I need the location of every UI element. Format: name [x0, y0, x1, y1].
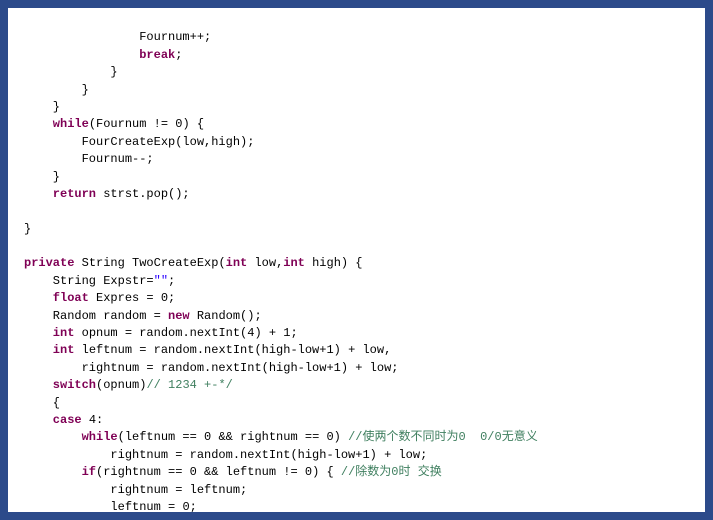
- t: (Fournum !=: [89, 117, 175, 131]
- t: ) {: [312, 465, 341, 479]
- kw-int: int: [24, 326, 74, 340]
- t: && rightnum ==: [211, 430, 326, 444]
- kw-int: int: [24, 343, 74, 357]
- t: strst.pop();: [96, 187, 190, 201]
- t: ): [334, 430, 348, 444]
- t: rightnum = random.nextInt(high-low+: [24, 361, 334, 375]
- t: Random random =: [24, 309, 168, 323]
- keyword-break: [24, 48, 139, 62]
- kw-return: return: [24, 187, 96, 201]
- t: high) {: [305, 256, 363, 270]
- t: String TwoCreateExp(: [74, 256, 225, 270]
- kw-while: while: [24, 117, 89, 131]
- t: (rightnum ==: [96, 465, 190, 479]
- kw-int: int: [226, 256, 248, 270]
- t: ) + low;: [341, 361, 399, 375]
- t: leftnum =: [24, 500, 182, 514]
- num: 0: [161, 291, 168, 305]
- num: 1: [326, 343, 333, 357]
- comment: // 1234 +-*/: [146, 378, 232, 392]
- t: ) + low,: [334, 343, 392, 357]
- code-editor-content: Fournum++; break; } } } while(Fournum !=…: [8, 8, 705, 520]
- code-line: rightnum = leftnum;: [24, 483, 247, 497]
- t: ;: [168, 291, 175, 305]
- code-line: {: [24, 396, 60, 410]
- kw-private: private: [24, 256, 74, 270]
- t: && leftnum !=: [197, 465, 305, 479]
- num: 0: [182, 500, 189, 514]
- t: ;: [290, 326, 297, 340]
- t: (leftnum ==: [118, 430, 204, 444]
- kw-switch: switch: [24, 378, 96, 392]
- kw-while: while: [24, 430, 118, 444]
- t: ;: [175, 48, 182, 62]
- t: opnum = random.nextInt(: [74, 326, 247, 340]
- t: Random();: [190, 309, 262, 323]
- kw-case: case: [24, 413, 82, 427]
- string-lit: "": [154, 274, 168, 288]
- t: ) +: [254, 326, 283, 340]
- comment: //除数为0时 交换: [341, 465, 442, 479]
- code-line: FourCreateExp(low,high);: [24, 135, 254, 149]
- kw-if: if: [24, 465, 96, 479]
- kw-new: new: [168, 309, 190, 323]
- t: (opnum): [96, 378, 146, 392]
- kw-float: float: [24, 291, 89, 305]
- t: ) + low;: [370, 448, 428, 462]
- num: 4: [89, 413, 96, 427]
- t: ;: [190, 500, 197, 514]
- t: leftnum = random.nextInt(high-low+: [74, 343, 326, 357]
- num: 0: [326, 430, 333, 444]
- t: low,: [247, 256, 283, 270]
- code-line: }: [24, 65, 118, 79]
- code-line: Fournum--;: [24, 152, 154, 166]
- num: 1: [362, 448, 369, 462]
- t: [82, 413, 89, 427]
- num: 0: [305, 465, 312, 479]
- t: ;: [168, 274, 175, 288]
- comment: //使两个数不同时为0 0/0无意义: [348, 430, 538, 444]
- code-line: }: [24, 83, 89, 97]
- kw-int: int: [283, 256, 305, 270]
- code-window-frame: Fournum++; break; } } } while(Fournum !=…: [0, 0, 713, 520]
- code-line: }: [24, 170, 60, 184]
- num: 1: [334, 361, 341, 375]
- num: 0: [190, 465, 197, 479]
- code-line: }: [24, 100, 60, 114]
- code-line: Fournum++;: [24, 30, 211, 44]
- t: ) {: [182, 117, 204, 131]
- t: String Expstr=: [24, 274, 154, 288]
- t: rightnum = random.nextInt(high-low+: [24, 448, 362, 462]
- t: Expres =: [89, 291, 161, 305]
- t: :: [96, 413, 103, 427]
- kw: break: [139, 48, 175, 62]
- code-line: }: [24, 222, 31, 236]
